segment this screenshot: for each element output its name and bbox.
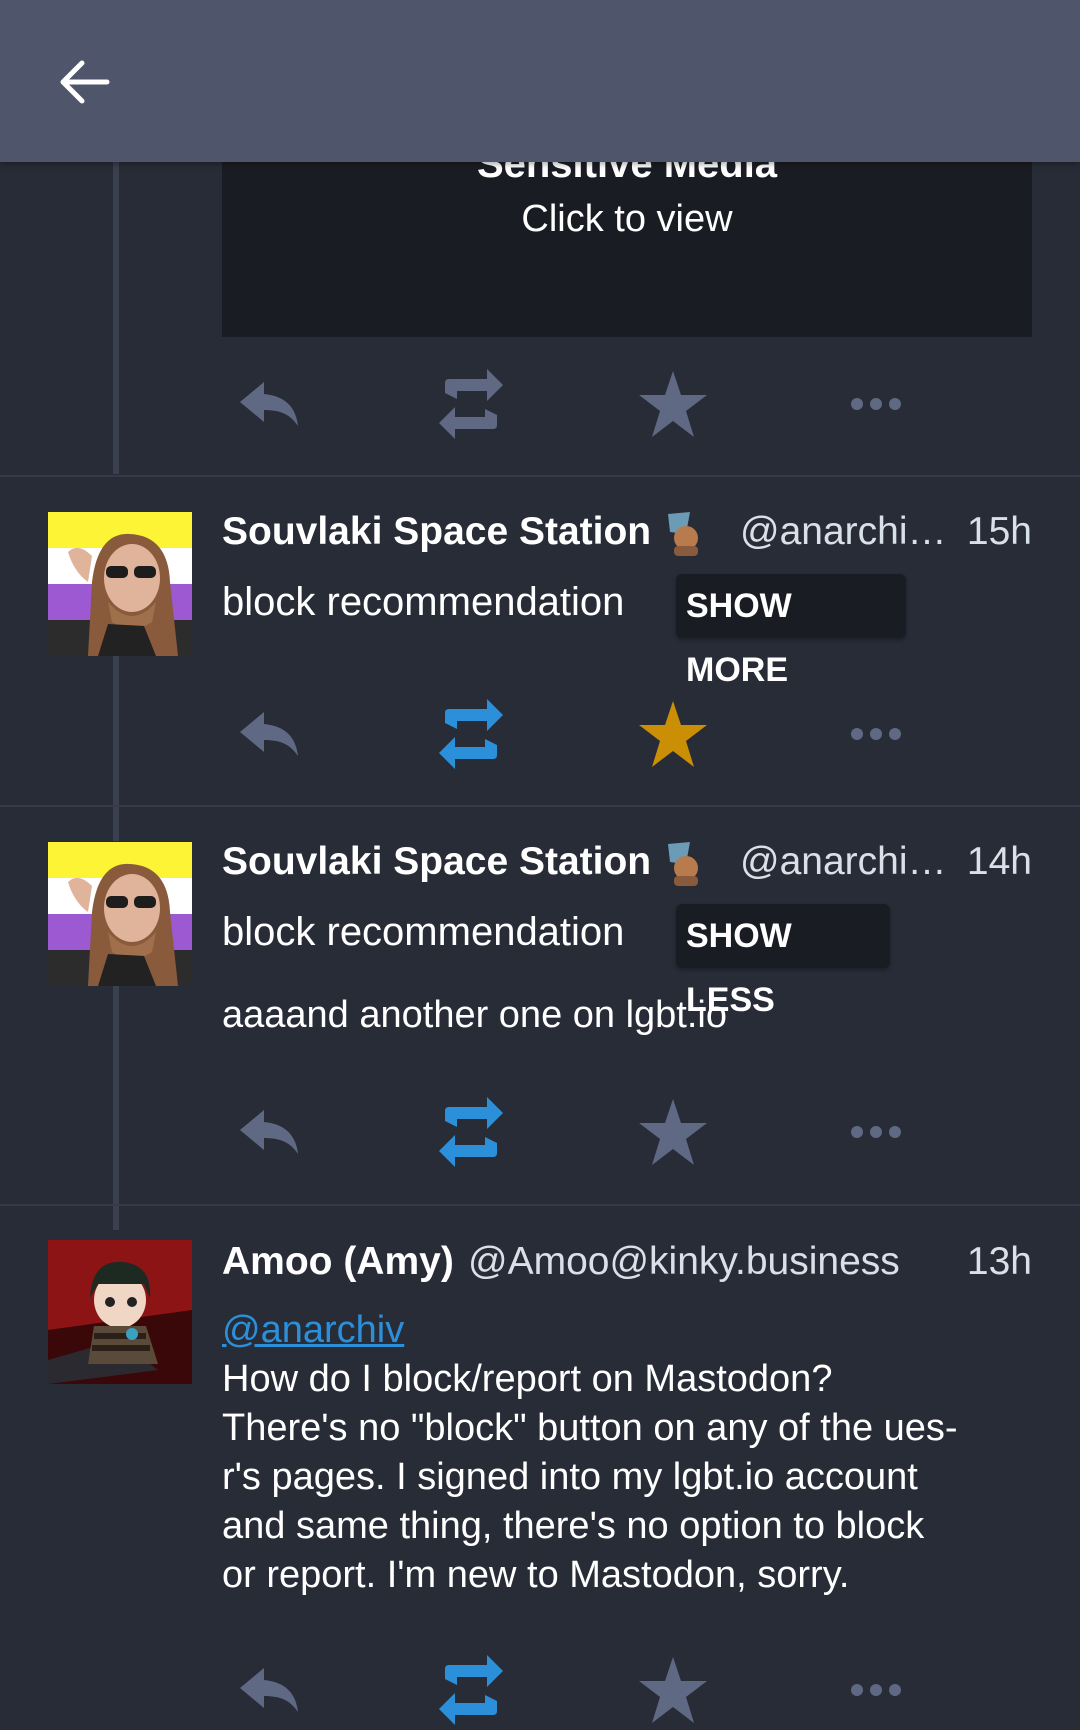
status-divider bbox=[0, 805, 1080, 807]
reply-icon bbox=[240, 382, 298, 426]
display-name[interactable]: Amoo (Amy) bbox=[222, 1234, 454, 1290]
display-name[interactable]: Souvlaki Space Station bbox=[222, 834, 651, 890]
favourite-button[interactable] bbox=[625, 1092, 721, 1172]
boost-button[interactable] bbox=[423, 1092, 519, 1172]
timestamp[interactable]: 15h bbox=[967, 504, 1032, 560]
avatar-image bbox=[48, 512, 192, 656]
sensitive-media-subtitle: Click to view bbox=[521, 198, 733, 240]
status-header: Souvlaki Space Station @anarchi… 15h bbox=[222, 504, 1032, 560]
more-button[interactable] bbox=[828, 364, 924, 444]
boost-icon bbox=[439, 1655, 503, 1725]
app-bar bbox=[0, 0, 1080, 162]
thread-line bbox=[113, 985, 119, 1230]
reply-icon bbox=[240, 1110, 298, 1154]
arrow-left-icon bbox=[60, 60, 110, 104]
status-actions bbox=[222, 364, 1032, 444]
more-button[interactable] bbox=[828, 694, 924, 774]
content-warning: block recommendation bbox=[222, 910, 625, 954]
boost-icon bbox=[439, 369, 503, 439]
boost-button[interactable] bbox=[423, 1650, 519, 1730]
account-handle[interactable]: @anarchi… bbox=[740, 834, 947, 890]
reply-icon bbox=[240, 712, 298, 756]
gnome-emoji-icon bbox=[668, 842, 698, 886]
content-line: There's no "block" button on any of the … bbox=[222, 1407, 958, 1449]
favourite-icon bbox=[639, 1657, 707, 1723]
status-content: aaaand another one on lgbt.io bbox=[222, 994, 727, 1036]
account-handle[interactable]: @Amoo@kinky.business bbox=[468, 1234, 900, 1290]
content-line: How do I block/report on Mastodon? bbox=[222, 1358, 833, 1400]
more-icon bbox=[851, 728, 901, 740]
favourite-button[interactable] bbox=[625, 1650, 721, 1730]
status-actions bbox=[222, 1092, 1032, 1172]
boost-button[interactable] bbox=[423, 364, 519, 444]
back-button[interactable] bbox=[52, 50, 116, 114]
more-icon bbox=[851, 1126, 901, 1138]
favourite-icon bbox=[639, 701, 707, 767]
timestamp[interactable]: 13h bbox=[967, 1234, 1032, 1290]
content-warning: block recommendation bbox=[222, 580, 625, 624]
avatar-image bbox=[48, 842, 192, 986]
timeline: Sensitive Media Click to view Souvlaki S… bbox=[0, 0, 1080, 1725]
more-icon bbox=[851, 398, 901, 410]
reply-button[interactable] bbox=[222, 1092, 318, 1172]
favourite-button[interactable] bbox=[625, 694, 721, 774]
status-actions bbox=[222, 694, 1032, 774]
avatar[interactable] bbox=[48, 1240, 192, 1384]
reply-button[interactable] bbox=[222, 1650, 318, 1730]
thread-line bbox=[113, 655, 119, 841]
reply-button[interactable] bbox=[222, 364, 318, 444]
more-icon bbox=[851, 1684, 901, 1696]
timestamp[interactable]: 14h bbox=[967, 834, 1032, 890]
status-header: Amoo (Amy) @Amoo@kinky.business 13h bbox=[222, 1234, 1032, 1290]
boost-icon bbox=[439, 1097, 503, 1167]
status-content: @anarchiv How do I block/report on Masto… bbox=[222, 1306, 1032, 1600]
mention-link[interactable]: @anarchiv bbox=[222, 1309, 404, 1351]
avatar-image bbox=[48, 1240, 192, 1384]
status-header: Souvlaki Space Station @anarchi… 14h bbox=[222, 834, 1032, 890]
status-actions bbox=[222, 1650, 1032, 1730]
boost-icon bbox=[439, 699, 503, 769]
show-more-button[interactable]: SHOW MORE bbox=[676, 574, 906, 689]
more-button[interactable] bbox=[828, 1092, 924, 1172]
more-button[interactable] bbox=[828, 1650, 924, 1730]
favourite-button[interactable] bbox=[625, 364, 721, 444]
content-line: or report. I'm new to Mastodon, sorry. bbox=[222, 1554, 850, 1596]
gnome-emoji-icon bbox=[668, 512, 698, 556]
account-handle[interactable]: @anarchi… bbox=[740, 504, 947, 560]
content-line: and same thing, there's no option to blo… bbox=[222, 1505, 925, 1547]
thread-line bbox=[113, 162, 119, 474]
status-divider bbox=[0, 1204, 1080, 1206]
favourite-icon bbox=[639, 1099, 707, 1165]
status-divider bbox=[0, 475, 1080, 477]
favourite-icon bbox=[639, 371, 707, 437]
reply-button[interactable] bbox=[222, 694, 318, 774]
avatar[interactable] bbox=[48, 842, 192, 986]
avatar[interactable] bbox=[48, 512, 192, 656]
content-line: r's pages. I signed into my lgbt.io acco… bbox=[222, 1456, 918, 1498]
boost-button[interactable] bbox=[423, 694, 519, 774]
reply-icon bbox=[240, 1668, 298, 1712]
display-name[interactable]: Souvlaki Space Station bbox=[222, 504, 651, 560]
show-less-button[interactable]: SHOW LESS bbox=[676, 904, 890, 1019]
